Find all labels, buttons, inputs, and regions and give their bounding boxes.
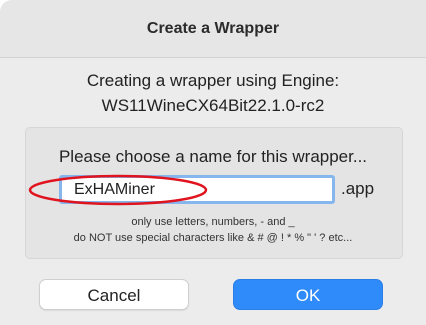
naming-hint: only use letters, numbers, - and _ [131, 216, 295, 228]
engine-name: WS11WineCX64Bit22.1.0-rc2 [101, 96, 325, 115]
wrapper-name-input[interactable] [59, 175, 335, 204]
name-prompt: Please choose a name for this wrapper... [58, 147, 368, 166]
engine-info-label: Creating a wrapper using Engine: [86, 71, 340, 90]
cancel-button[interactable]: Cancel [39, 279, 189, 310]
ok-button[interactable]: OK [233, 279, 383, 310]
special-characters-warning: do NOT use special characters like & # @… [73, 232, 353, 244]
title-bar: Create a Wrapper [0, 0, 426, 58]
dialog-title: Create a Wrapper [146, 20, 280, 37]
create-wrapper-dialog: Create a Wrapper Creating a wrapper usin… [0, 0, 426, 325]
app-extension-label: .app [341, 179, 375, 198]
